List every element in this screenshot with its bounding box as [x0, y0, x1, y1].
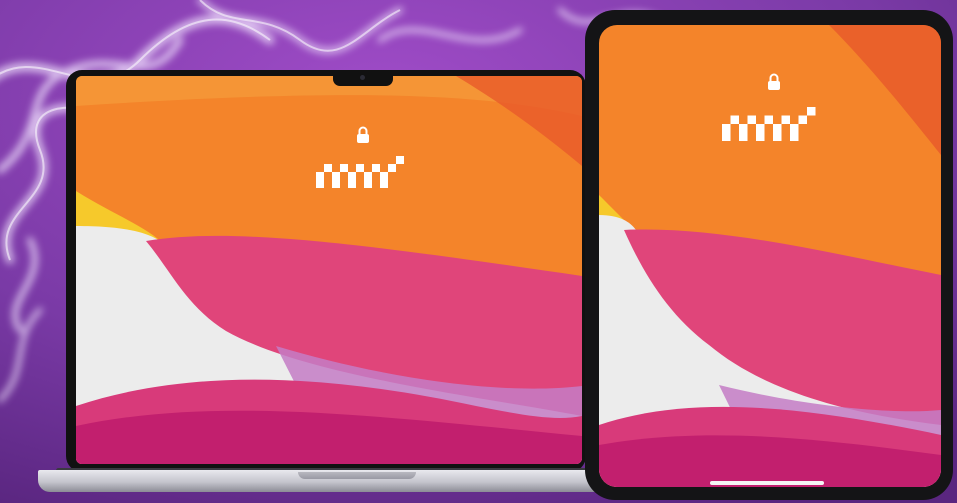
lock-icon	[768, 73, 780, 90]
laptop-wallpaper	[76, 76, 582, 464]
lock-icon	[357, 126, 369, 143]
laptop-opening-notch	[298, 472, 416, 479]
camera-icon	[360, 75, 365, 80]
laptop-lock-screen	[76, 76, 582, 464]
tablet-wallpaper	[599, 25, 941, 487]
product-scene	[0, 0, 957, 503]
time-display	[722, 107, 816, 141]
time-display	[316, 156, 404, 188]
tablet-lock-screen	[599, 25, 941, 487]
home-indicator[interactable]	[710, 481, 824, 485]
